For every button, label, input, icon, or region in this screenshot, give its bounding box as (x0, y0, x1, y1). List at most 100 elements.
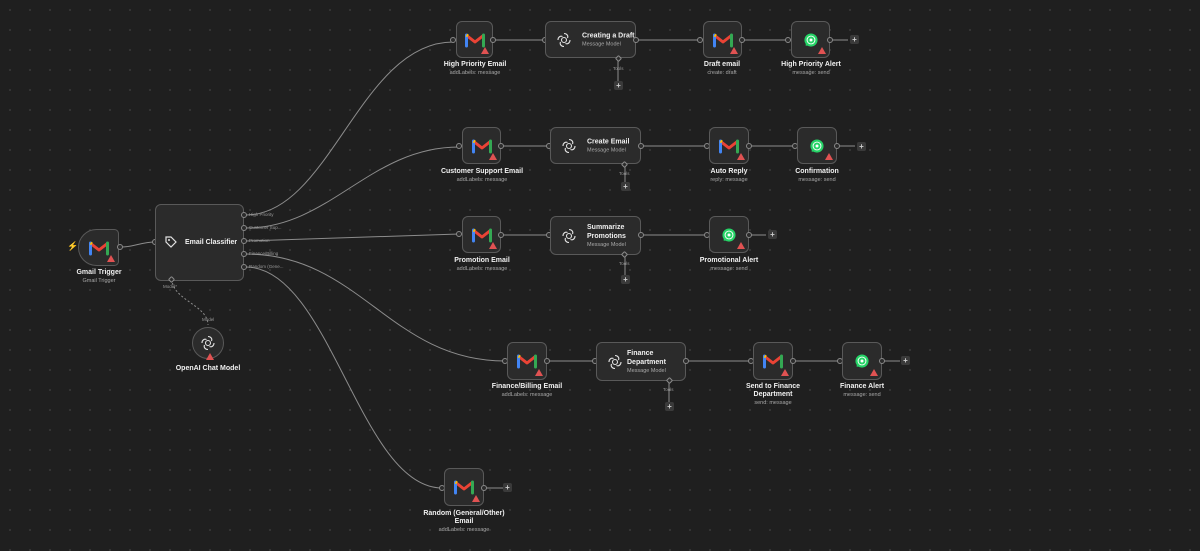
chat-model-port-label: Model (202, 317, 215, 322)
gmail-icon (712, 32, 733, 48)
workflow-canvas[interactable]: ⚡ Gmail Trigger Gmail Trigger Email Class… (0, 0, 1200, 551)
finance-department-node[interactable]: Finance Department Message Model (596, 342, 686, 381)
output-port[interactable] (790, 358, 796, 364)
output-port[interactable] (739, 37, 745, 43)
random-email-node[interactable] (444, 468, 484, 506)
agent-title: Creating a Draft Message Model (582, 32, 635, 47)
openai-icon (556, 32, 572, 48)
output-port-support[interactable] (241, 225, 247, 231)
output-port-high[interactable] (241, 212, 247, 218)
warning-icon (489, 153, 497, 160)
customer-support-email-node[interactable] (462, 127, 501, 164)
promotional-alert-node[interactable] (709, 216, 749, 253)
draft-email-node[interactable] (703, 21, 742, 58)
finance-billing-email-label: Finance/Billing Email addLabels: message (491, 383, 563, 398)
high-priority-alert-node[interactable] (791, 21, 830, 58)
warning-icon (107, 255, 115, 262)
add-node-button[interactable]: + (503, 483, 512, 492)
promotion-email-node[interactable] (462, 216, 501, 253)
gmail-icon (719, 138, 739, 154)
gmail-trigger-label: Gmail Trigger Gmail Trigger (76, 269, 122, 284)
customer-support-email-label: Customer Support Email addLabels: message (440, 168, 524, 183)
output-port[interactable] (544, 358, 550, 364)
output-port[interactable] (498, 143, 504, 149)
add-node-button[interactable]: + (901, 356, 910, 365)
high-priority-email-node[interactable] (456, 21, 493, 58)
output-port[interactable] (834, 143, 840, 149)
warning-icon (825, 153, 833, 160)
random-email-label: Random (General/Other) Email addLabels: m… (423, 510, 505, 533)
summarize-promotions-node[interactable]: Summarize Promotions Message Model (550, 216, 641, 255)
promotion-email-label: Promotion Email addLabels: message (454, 257, 510, 272)
warning-icon (489, 242, 497, 249)
openai-chat-model-label: OpenAI Chat Model (175, 365, 241, 372)
output-port-finance[interactable] (241, 251, 247, 257)
high-priority-alert-label: High Priority Alert message: send (781, 61, 841, 76)
gmail-trigger-node[interactable] (78, 229, 119, 266)
output-port[interactable] (683, 358, 689, 364)
warning-icon (737, 242, 745, 249)
output-port[interactable] (746, 232, 752, 238)
gmail-icon (454, 479, 474, 495)
warning-icon (206, 353, 214, 360)
agent-title: Create Email Message Model (587, 138, 630, 153)
gmail-icon (763, 353, 783, 369)
warning-icon (781, 369, 789, 376)
finance-alert-node[interactable] (842, 342, 882, 380)
warning-icon (535, 369, 543, 376)
output-port[interactable] (879, 358, 885, 364)
add-node-button[interactable]: + (857, 142, 866, 151)
output-port[interactable] (638, 143, 644, 149)
openai-icon (200, 335, 216, 351)
output-port[interactable] (746, 143, 752, 149)
gmail-icon (464, 32, 485, 48)
classifier-tag-icon (164, 235, 178, 254)
output-port[interactable] (827, 37, 833, 43)
warning-icon (818, 47, 826, 54)
output-port[interactable] (117, 244, 123, 250)
creating-a-draft-node[interactable]: Creating a Draft Message Model (545, 21, 636, 58)
create-email-node[interactable]: Create Email Message Model (550, 127, 641, 164)
openai-icon (561, 138, 577, 154)
warning-icon (481, 47, 489, 54)
whatsapp-icon (722, 227, 737, 242)
add-tool-button[interactable]: + (621, 275, 630, 284)
output-port-promotion[interactable] (241, 238, 247, 244)
add-node-button[interactable]: + (850, 35, 859, 44)
openai-icon (561, 228, 577, 244)
confirmation-label: Confirmation message: send (795, 168, 839, 183)
add-tool-button[interactable]: + (614, 81, 623, 90)
high-priority-email-label: High Priority Email addLabels: message (443, 61, 507, 76)
add-tool-button[interactable]: + (621, 182, 630, 191)
output-label-random: Random (Gene... (249, 264, 284, 269)
finance-alert-label: Finance Alert message: send (839, 383, 885, 398)
finance-billing-email-node[interactable] (507, 342, 547, 380)
auto-reply-node[interactable] (709, 127, 749, 164)
output-port[interactable] (490, 37, 496, 43)
warning-icon (472, 495, 480, 502)
gmail-icon (88, 240, 109, 256)
output-port[interactable] (638, 232, 644, 238)
tools-label: Tools (663, 387, 674, 392)
output-port[interactable] (633, 37, 639, 43)
model-port-label: Model* (163, 284, 178, 289)
warning-icon (730, 47, 738, 54)
output-port[interactable] (498, 232, 504, 238)
email-classifier-node[interactable]: Email Classifier (155, 204, 244, 281)
output-label-promotion: Promotion (249, 238, 270, 243)
trigger-bolt-icon: ⚡ (67, 241, 79, 251)
send-to-finance-node[interactable] (753, 342, 793, 380)
output-label-support: Customer Sup... (249, 225, 282, 230)
output-port[interactable] (481, 485, 487, 491)
output-label-finance: Finance/Billing (249, 251, 279, 256)
agent-title: Summarize Promotions Message Model (587, 223, 626, 248)
confirmation-node[interactable] (797, 127, 837, 164)
tools-label: Tools (619, 261, 630, 266)
add-tool-button[interactable]: + (665, 402, 674, 411)
gmail-icon (471, 138, 492, 154)
whatsapp-icon (803, 32, 818, 47)
add-node-button[interactable]: + (768, 230, 777, 239)
whatsapp-icon (810, 138, 825, 153)
output-port-random[interactable] (241, 264, 247, 270)
openai-chat-model-node[interactable] (192, 327, 224, 360)
